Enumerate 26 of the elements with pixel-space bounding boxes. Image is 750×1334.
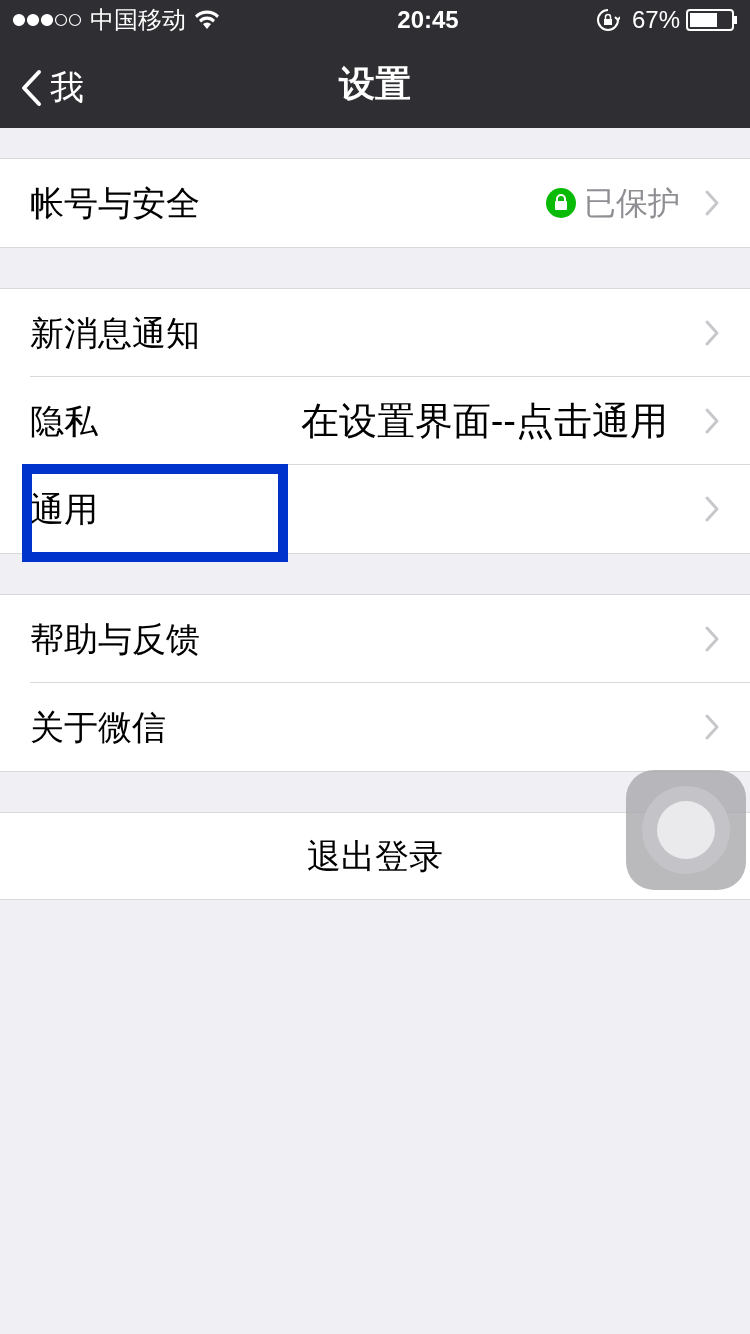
rotation-lock-icon	[595, 8, 620, 32]
lock-icon	[546, 188, 576, 218]
annotation-text: 在设置界面--点击通用	[300, 398, 668, 444]
row-label: 通用	[30, 488, 98, 530]
row-label: 帐号与安全	[30, 182, 200, 224]
row-label: 关于微信	[30, 706, 166, 748]
chevron-icon	[704, 407, 720, 435]
status-time: 20:45	[397, 5, 459, 35]
chevron-icon	[704, 625, 720, 653]
row-label: 隐私	[30, 400, 98, 442]
battery-text: 67%	[631, 5, 680, 35]
status-text: 已保护	[584, 184, 680, 223]
assistive-touch-button[interactable]	[626, 770, 746, 890]
carrier-text: 中国移动	[90, 5, 186, 35]
chevron-icon	[704, 495, 720, 523]
page-title: 设置	[339, 62, 411, 106]
back-icon	[20, 68, 42, 107]
wifi-icon	[194, 10, 220, 30]
chevron-icon	[704, 189, 720, 217]
row-label: 新消息通知	[30, 312, 200, 354]
back-button[interactable]: 我	[20, 62, 84, 113]
chevron-icon	[704, 713, 720, 741]
signal-icon	[12, 13, 82, 27]
chevron-icon	[704, 319, 720, 347]
battery-icon	[686, 9, 738, 31]
row-label: 帮助与反馈	[30, 618, 200, 660]
